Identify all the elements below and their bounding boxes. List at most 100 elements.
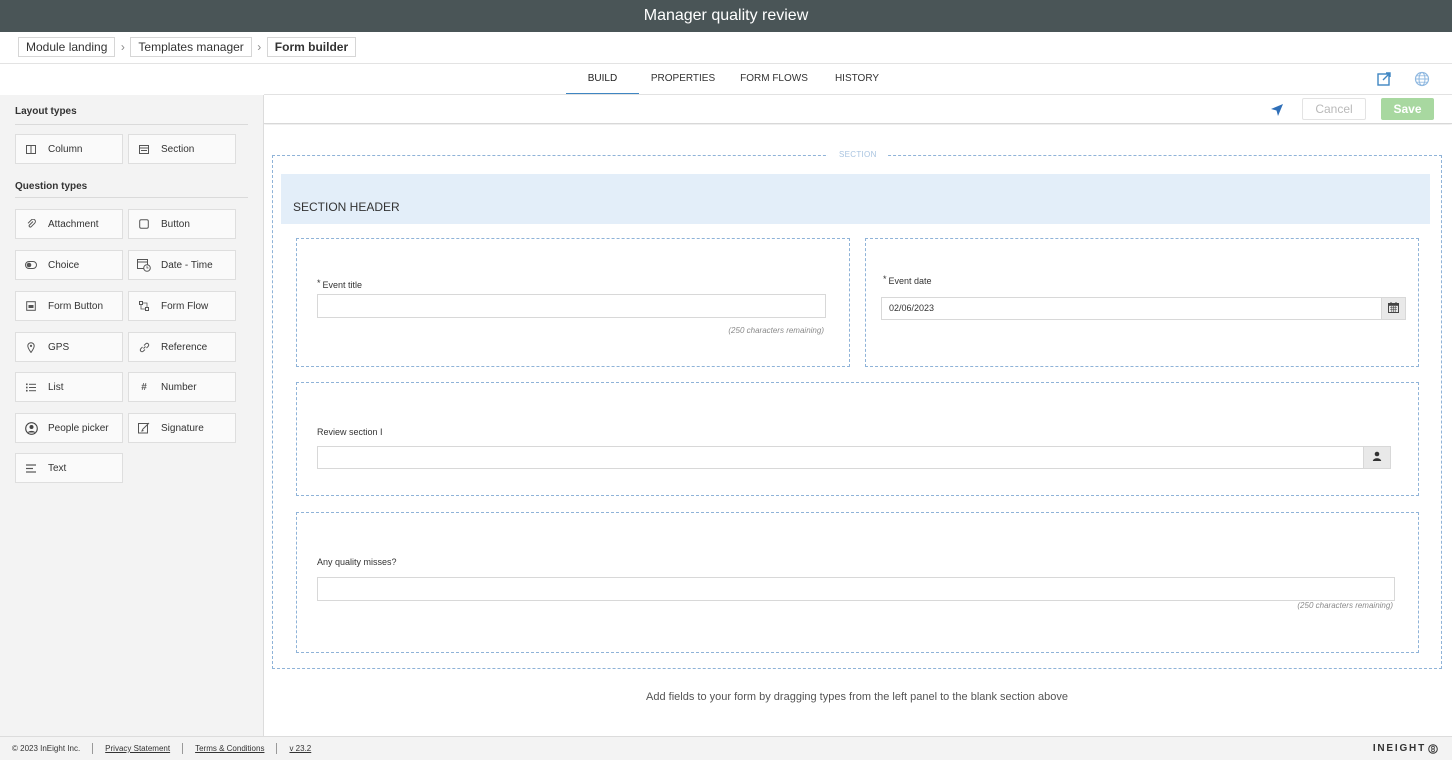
navigate-arrow-icon[interactable] [1270, 103, 1284, 120]
question-item-label: Text [48, 462, 67, 474]
column-icon [24, 144, 38, 154]
breadcrumb-form-builder[interactable]: Form builder [266, 37, 357, 57]
location-pin-icon [24, 341, 38, 353]
sidebar: Layout types Column Section Question typ… [0, 95, 264, 736]
section-tag: SECTION [828, 150, 888, 159]
question-item-label: GPS [48, 341, 70, 353]
question-item-label: List [48, 381, 64, 393]
list-icon [24, 383, 38, 392]
quality-misses-label: Any quality misses? [317, 557, 397, 567]
layout-types-heading: Layout types [15, 106, 77, 117]
breadcrumb-templates-manager[interactable]: Templates manager [130, 37, 252, 57]
question-item-label: Signature [161, 422, 204, 434]
question-item-reference[interactable]: Reference [128, 332, 236, 362]
calendar-clock-icon [137, 258, 151, 272]
question-item-date-time[interactable]: Date - Time [128, 250, 236, 280]
chevron-right-icon: › [257, 40, 262, 54]
layout-item-label: Section [161, 143, 195, 155]
question-item-label: Choice [48, 259, 80, 271]
app-title: Manager quality review [643, 7, 809, 24]
globe-icon[interactable] [1414, 71, 1430, 87]
required-marker: * [317, 278, 321, 288]
section-icon [137, 144, 151, 154]
brand-mark-icon [1428, 743, 1438, 754]
people-picker-button[interactable] [1363, 446, 1391, 469]
app-title-bar: Manager quality review [0, 0, 1452, 32]
form-button-icon [24, 301, 38, 311]
field-event-title[interactable]: * Event title (250 characters remaining) [296, 238, 850, 367]
cancel-button[interactable]: Cancel [1302, 98, 1366, 120]
pen-icon [137, 422, 151, 434]
person-circle-icon [24, 421, 38, 435]
layout-item-column[interactable]: Column [15, 134, 123, 164]
question-item-form-flow[interactable]: Form Flow [128, 291, 236, 321]
question-item-label: Form Flow [161, 300, 209, 312]
quality-misses-char-count: (250 characters remaining) [1297, 601, 1393, 610]
layout-types-divider [15, 124, 248, 125]
field-review-section[interactable]: Review section I [296, 382, 1419, 496]
question-item-form-button[interactable]: Form Button [15, 291, 123, 321]
paperclip-icon [24, 219, 38, 229]
footer-separator [276, 743, 278, 754]
question-item-signature[interactable]: Signature [128, 413, 236, 443]
tab-history[interactable]: HISTORY [821, 64, 893, 95]
required-marker: * [883, 274, 887, 284]
question-item-text[interactable]: Text [15, 453, 123, 483]
open-external-icon[interactable] [1376, 71, 1392, 87]
flow-icon [137, 301, 151, 311]
calendar-button[interactable] [1381, 297, 1406, 320]
drag-hint: Add fields to your form by dragging type… [646, 691, 1068, 703]
layout-item-label: Column [48, 143, 83, 155]
section-header-title: SECTION HEADER [293, 200, 400, 214]
toggle-icon [24, 261, 38, 269]
review-section-label: Review section I [317, 427, 383, 437]
save-button[interactable]: Save [1381, 98, 1434, 120]
tab-properties[interactable]: PROPERTIES [639, 64, 727, 95]
privacy-link[interactable]: Privacy Statement [105, 744, 170, 753]
action-bar: Cancel Save [264, 95, 1452, 124]
person-icon [1372, 451, 1382, 464]
question-types-divider [15, 197, 248, 198]
event-date-input[interactable]: 02/06/2023 [881, 297, 1382, 320]
tab-build[interactable]: BUILD [566, 64, 639, 95]
chevron-right-icon: › [120, 40, 125, 54]
event-title-input[interactable] [317, 294, 826, 318]
tab-bar: BUILD PROPERTIES FORM FLOWS HISTORY [566, 64, 893, 95]
breadcrumb-module-landing[interactable]: Module landing [18, 37, 116, 57]
quality-misses-input[interactable] [317, 577, 1395, 601]
tab-form-flows[interactable]: FORM FLOWS [727, 64, 821, 95]
layout-item-section[interactable]: Section [128, 134, 236, 164]
question-item-label: People picker [48, 422, 109, 434]
hash-icon: # [141, 381, 147, 393]
question-item-label: Reference [161, 341, 208, 353]
question-item-list[interactable]: List [15, 372, 123, 402]
terms-link[interactable]: Terms & Conditions [195, 744, 264, 753]
event-title-char-count: (250 characters remaining) [728, 326, 824, 335]
question-item-label: Button [161, 218, 190, 230]
question-item-label: Attachment [48, 218, 99, 230]
field-event-date[interactable]: * Event date 02/06/2023 [865, 238, 1419, 367]
checkbox-icon [137, 219, 151, 229]
question-item-label: Date - Time [161, 259, 213, 271]
brand-logo: INEIGHT [1373, 743, 1438, 754]
question-item-gps[interactable]: GPS [15, 332, 123, 362]
question-item-number[interactable]: # Number [128, 372, 236, 402]
question-item-label: Form Button [48, 300, 104, 312]
event-date-label: * Event date [883, 274, 932, 286]
question-item-label: Number [161, 381, 197, 393]
footer-separator [182, 743, 184, 754]
form-section[interactable]: SECTION SECTION HEADER * Event title (250… [272, 150, 1442, 669]
question-item-button[interactable]: Button [128, 209, 236, 239]
section-header[interactable]: SECTION HEADER [281, 174, 1430, 224]
copyright: © 2023 InEight Inc. [12, 744, 81, 753]
text-lines-icon [24, 463, 38, 473]
field-quality-misses[interactable]: Any quality misses? (250 characters rema… [296, 512, 1419, 653]
version-link[interactable]: v 23.2 [289, 744, 311, 753]
question-item-people-picker[interactable]: People picker [15, 413, 123, 443]
review-section-input[interactable] [317, 446, 1364, 469]
question-types-heading: Question types [15, 181, 88, 192]
footer-separator [92, 743, 94, 754]
question-item-attachment[interactable]: Attachment [15, 209, 123, 239]
link-icon [137, 342, 151, 353]
question-item-choice[interactable]: Choice [15, 250, 123, 280]
